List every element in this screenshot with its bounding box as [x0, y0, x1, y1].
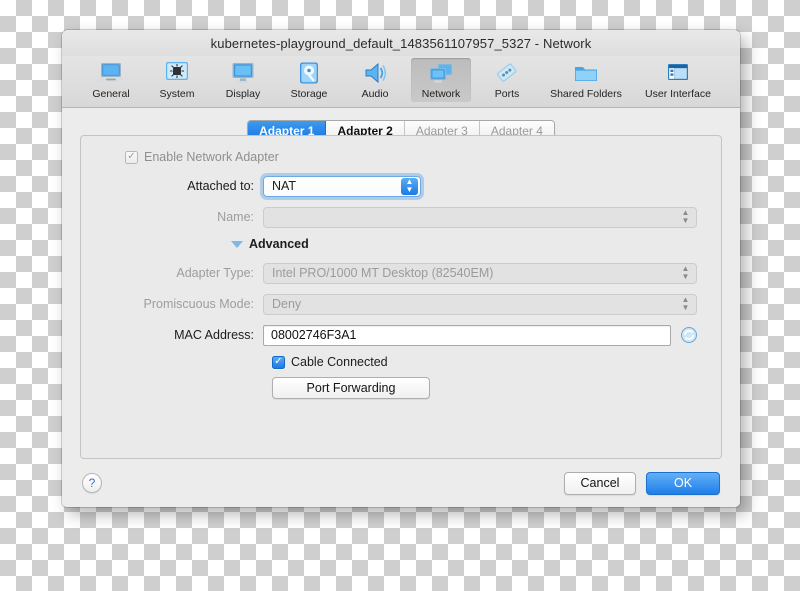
- advanced-label: Advanced: [249, 237, 309, 251]
- cable-connected-label: Cable Connected: [291, 355, 388, 369]
- toolbar-label-user-interface: User Interface: [645, 88, 711, 100]
- chevron-updown-icon: ▲ ▼: [681, 208, 690, 225]
- chevron-updown-icon: ▲ ▼: [681, 264, 690, 281]
- adapter-type-label: Adapter Type:: [176, 266, 254, 280]
- general-icon: [97, 60, 125, 87]
- toolbar-label-ports: Ports: [494, 88, 520, 100]
- ok-button[interactable]: OK: [646, 471, 720, 495]
- display-icon: [229, 60, 257, 87]
- cable-connected-checkbox[interactable]: ✓: [272, 355, 285, 369]
- refresh-icon[interactable]: [679, 325, 699, 345]
- network-settings-dialog: kubernetes-playground_default_1483561107…: [62, 30, 740, 507]
- adapter-type-value: Intel PRO/1000 MT Desktop (82540EM): [272, 266, 494, 280]
- name-row: Name: ▲ ▼: [103, 206, 699, 228]
- cable-connected-row[interactable]: ✓ Cable Connected: [103, 355, 699, 369]
- user-interface-icon: [664, 60, 692, 87]
- toolbar-item-general[interactable]: General: [81, 58, 141, 102]
- chevron-updown-icon: ▲ ▼: [681, 295, 690, 312]
- attached-to-row: Attached to: NAT ▲ ▼: [103, 175, 699, 197]
- toolbar-item-shared-folders[interactable]: Shared Folders: [543, 58, 629, 102]
- toolbar-item-storage[interactable]: Storage: [279, 58, 339, 102]
- dialog-body: Adapter 1 Adapter 2 Adapter 3 Adapter 4 …: [62, 108, 740, 507]
- mac-address-input[interactable]: 08002746F3A1: [263, 324, 671, 346]
- promiscuous-mode-value: Deny: [272, 297, 302, 311]
- name-select[interactable]: ▲ ▼: [263, 206, 697, 228]
- storage-icon: [295, 60, 323, 87]
- adapter-type-row: Adapter Type: Intel PRO/1000 MT Desktop …: [103, 262, 699, 284]
- network-icon: [427, 60, 455, 87]
- toolbar-item-audio[interactable]: Audio: [345, 58, 405, 102]
- mac-address-row: MAC Address: 08002746F3A1: [103, 324, 699, 346]
- toolbar-label-system: System: [159, 88, 195, 100]
- promiscuous-mode-row: Promiscuous Mode: Deny ▲ ▼: [103, 293, 699, 315]
- window-title: kubernetes-playground_default_1483561107…: [210, 35, 592, 51]
- title-bar: kubernetes-playground_default_1483561107…: [62, 30, 740, 56]
- enable-network-adapter-checkbox[interactable]: ✓: [125, 150, 138, 164]
- disclosure-triangle-down-icon: [231, 240, 243, 248]
- promiscuous-mode-select[interactable]: Deny ▲ ▼: [263, 293, 697, 315]
- mac-address-label: MAC Address:: [174, 328, 254, 342]
- cancel-button[interactable]: Cancel: [564, 471, 636, 495]
- mac-address-value: 08002746F3A1: [271, 328, 357, 342]
- attached-to-select[interactable]: NAT ▲ ▼: [263, 175, 421, 197]
- port-forwarding-row: Port Forwarding: [103, 377, 699, 399]
- toolbar-label-audio: Audio: [361, 88, 389, 100]
- network-form: ✓ Enable Network Adapter Attached to: NA…: [81, 136, 721, 410]
- settings-toolbar: General System Display Storage Audio Net…: [62, 56, 740, 108]
- name-label: Name:: [217, 210, 254, 224]
- toolbar-item-ports[interactable]: Ports: [477, 58, 537, 102]
- adapter-type-select[interactable]: Intel PRO/1000 MT Desktop (82540EM) ▲ ▼: [263, 262, 697, 284]
- system-icon: [163, 60, 191, 87]
- help-button[interactable]: ?: [82, 473, 102, 493]
- toolbar-item-user-interface[interactable]: User Interface: [635, 58, 721, 102]
- shared-folders-icon: [572, 60, 600, 87]
- toolbar-label-general: General: [92, 88, 130, 100]
- toolbar-item-display[interactable]: Display: [213, 58, 273, 102]
- toolbar-label-storage: Storage: [290, 88, 328, 100]
- attached-to-label: Attached to:: [187, 179, 254, 193]
- adapter-settings-panel: ✓ Enable Network Adapter Attached to: NA…: [80, 135, 722, 459]
- chevron-updown-icon: ▲ ▼: [401, 177, 418, 195]
- dialog-footer: ? Cancel OK: [62, 459, 740, 507]
- toolbar-item-network[interactable]: Network: [411, 58, 471, 102]
- promiscuous-mode-label: Promiscuous Mode:: [143, 297, 254, 311]
- enable-network-adapter-row[interactable]: ✓ Enable Network Adapter: [103, 150, 699, 164]
- enable-network-adapter-label: Enable Network Adapter: [144, 150, 279, 164]
- advanced-disclosure[interactable]: Advanced: [103, 237, 699, 251]
- attached-to-value: NAT: [272, 179, 297, 193]
- toolbar-label-network: Network: [421, 88, 461, 100]
- ports-icon: [493, 60, 521, 87]
- toolbar-item-system[interactable]: System: [147, 58, 207, 102]
- port-forwarding-button[interactable]: Port Forwarding: [272, 377, 430, 399]
- toolbar-label-shared-folders: Shared Folders: [550, 88, 622, 100]
- audio-icon: [361, 60, 389, 87]
- toolbar-label-display: Display: [225, 88, 261, 100]
